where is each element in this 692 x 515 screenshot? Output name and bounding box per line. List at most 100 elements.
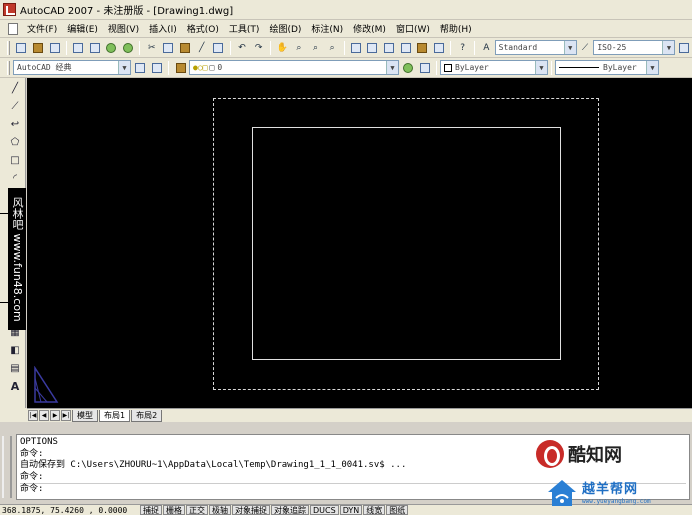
dim-style-icon[interactable]: ⟋ — [578, 40, 593, 55]
undo-icon[interactable]: ↶ — [235, 40, 250, 55]
menu-tools[interactable]: 工具(T) — [224, 22, 265, 35]
toolbar-grip[interactable] — [7, 40, 10, 55]
prev-tab-icon[interactable]: ◀ — [39, 410, 49, 421]
construction-line-icon[interactable]: ⟋ — [7, 98, 23, 114]
publish-icon[interactable] — [104, 40, 119, 55]
toolbar-grip[interactable] — [7, 60, 10, 75]
redo-icon[interactable]: ↷ — [251, 40, 266, 55]
command-window-grip[interactable] — [2, 436, 12, 498]
paper-toggle[interactable]: 图纸 — [386, 505, 409, 515]
drawing-canvas[interactable] — [27, 78, 692, 408]
3d-dwf-icon[interactable] — [121, 40, 136, 55]
region-icon[interactable]: ◧ — [7, 342, 23, 358]
menu-edit[interactable]: 编辑(E) — [62, 22, 103, 35]
toolbar-separator — [450, 40, 452, 55]
color-select[interactable]: ByLayer ▼ — [440, 60, 548, 75]
menu-help[interactable]: 帮助(H) — [435, 22, 477, 35]
menu-file[interactable]: 文件(F) — [22, 22, 62, 35]
workspace-settings-icon[interactable] — [132, 60, 147, 75]
table-style-icon[interactable] — [676, 40, 691, 55]
last-tab-icon[interactable]: ▶| — [61, 410, 71, 421]
hatch-icon[interactable]: ▤ — [7, 360, 23, 376]
polygon-icon[interactable]: ⬠ — [7, 134, 23, 150]
kuzhi-logo-text: 酷知网 — [568, 445, 622, 466]
tab-layout1[interactable]: 布局1 — [99, 409, 131, 422]
zoom-window-icon[interactable]: ⌕ — [308, 40, 323, 55]
linetype-select[interactable]: ByLayer ▼ — [555, 60, 659, 75]
copy-icon[interactable] — [161, 40, 176, 55]
menu-view[interactable]: 视图(V) — [103, 22, 144, 35]
layer-manager-icon[interactable] — [173, 60, 188, 75]
kuzhi-logo-mark — [536, 440, 564, 468]
document-icon[interactable] — [8, 22, 18, 35]
save-icon[interactable] — [47, 40, 62, 55]
chevron-down-icon[interactable]: ▼ — [646, 61, 658, 74]
grid-toggle[interactable]: 栅格 — [163, 505, 185, 515]
calculator-icon[interactable] — [432, 40, 447, 55]
chevron-down-icon[interactable]: ▼ — [662, 41, 675, 54]
menu-modify[interactable]: 修改(M) — [348, 22, 391, 35]
workspace-save-icon[interactable] — [149, 60, 164, 75]
tab-model[interactable]: 模型 — [72, 409, 98, 422]
dyn-toggle[interactable]: DYN — [339, 505, 363, 515]
zoom-realtime-icon[interactable]: ⌕ — [292, 40, 307, 55]
layer-previous-icon[interactable] — [417, 60, 432, 75]
toolbar-separator — [139, 40, 141, 55]
dim-style-select[interactable]: ISO-25 ▼ — [593, 40, 676, 55]
new-icon[interactable] — [14, 40, 29, 55]
autocad-app-icon — [3, 3, 16, 16]
menu-window[interactable]: 窗口(W) — [391, 22, 435, 35]
cut-icon[interactable]: ✂ — [144, 40, 159, 55]
sheet-set-icon[interactable] — [398, 40, 413, 55]
markup-icon[interactable] — [415, 40, 430, 55]
workspace-select[interactable]: AutoCAD 经典 ▼ — [13, 60, 131, 75]
chevron-down-icon[interactable]: ▼ — [563, 41, 576, 54]
otrack-toggle[interactable]: 对象追踪 — [271, 505, 309, 515]
text-style-icon[interactable]: A — [479, 40, 494, 55]
chevron-down-icon[interactable]: ▼ — [386, 61, 398, 74]
plot-preview-icon[interactable] — [88, 40, 103, 55]
paste-icon[interactable] — [178, 40, 193, 55]
pan-icon[interactable]: ✋ — [275, 40, 290, 55]
text-style-select[interactable]: Standard ▼ — [494, 40, 577, 55]
polar-toggle[interactable]: 极轴 — [209, 505, 231, 515]
line-icon[interactable]: ╱ — [7, 80, 23, 96]
snap-toggle[interactable]: 捕捉 — [140, 505, 162, 515]
watermark-strip: 风林吧 www.fun48.com — [8, 188, 26, 330]
menu-draw[interactable]: 绘图(D) — [264, 22, 306, 35]
linetype-preview — [559, 67, 599, 68]
multiline-text-icon[interactable]: A — [7, 378, 23, 394]
match-properties-icon[interactable]: ╱ — [194, 40, 209, 55]
first-tab-icon[interactable]: |◀ — [28, 410, 38, 421]
menu-format[interactable]: 格式(O) — [182, 22, 224, 35]
polyline-icon[interactable]: ↩ — [7, 116, 23, 132]
chevron-down-icon[interactable]: ▼ — [118, 61, 130, 74]
osnap-toggle[interactable]: 对象捕捉 — [232, 505, 270, 515]
next-tab-icon[interactable]: ▶ — [50, 410, 60, 421]
layer-select[interactable]: ● ○ □ □ 0 ▼ — [189, 60, 399, 75]
toolbar-separator — [168, 60, 169, 75]
tab-layout2[interactable]: 布局2 — [131, 409, 163, 422]
help-icon[interactable]: ? — [455, 40, 470, 55]
block-editor-icon[interactable] — [211, 40, 226, 55]
ortho-toggle[interactable]: 正交 — [186, 505, 208, 515]
coordinate-readout[interactable]: 368.1875, 75.4260 , 0.0000 — [0, 506, 140, 515]
make-current-layer-icon[interactable] — [400, 60, 415, 75]
chevron-down-icon[interactable]: ▼ — [535, 61, 547, 74]
arc-icon[interactable]: ◜ — [7, 170, 23, 186]
toolbar-separator — [343, 40, 345, 55]
tool-palettes-icon[interactable] — [382, 40, 397, 55]
design-center-icon[interactable] — [365, 40, 380, 55]
layout-viewport[interactable] — [252, 127, 561, 360]
rectangle-icon[interactable]: □ — [7, 152, 23, 168]
properties-icon[interactable] — [349, 40, 364, 55]
zoom-previous-icon[interactable]: ⌕ — [325, 40, 340, 55]
menu-insert[interactable]: 插入(I) — [144, 22, 182, 35]
open-icon[interactable] — [31, 40, 46, 55]
menu-bar: 文件(F) 编辑(E) 视图(V) 插入(I) 格式(O) 工具(T) 绘图(D… — [0, 20, 692, 38]
yueyangbang-logo-url: www.yueyangbang.com — [582, 498, 651, 505]
ducs-toggle[interactable]: DUCS — [310, 505, 339, 515]
menu-dimension[interactable]: 标注(N) — [306, 22, 348, 35]
print-icon[interactable] — [71, 40, 86, 55]
lineweight-toggle[interactable]: 线宽 — [363, 505, 386, 515]
